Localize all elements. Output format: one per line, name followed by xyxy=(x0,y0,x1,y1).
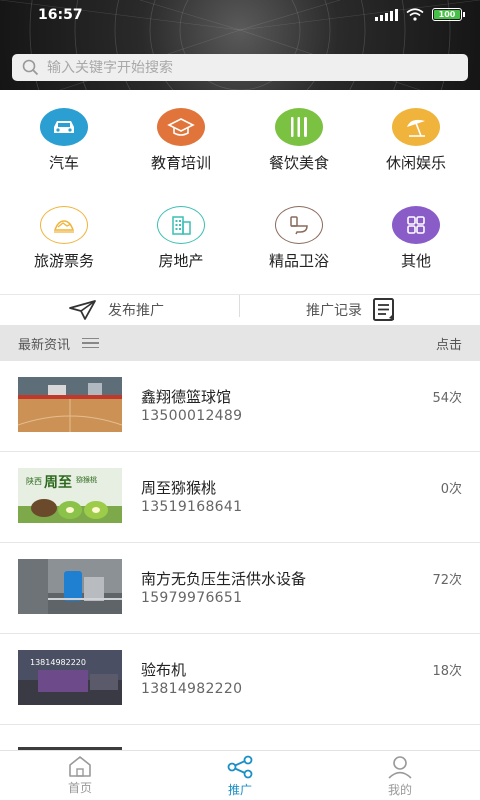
category-label: 其他 xyxy=(400,252,431,270)
nav-label: 推广 xyxy=(227,783,252,797)
send-icon xyxy=(69,300,96,320)
item-thumbnail xyxy=(18,559,122,614)
item-thumbnail: 陕西 周至 猕猴桃 xyxy=(18,468,122,523)
nav-profile[interactable]: 我的 xyxy=(360,755,440,798)
publish-button[interactable]: 发布推广 xyxy=(68,295,164,325)
nav-label: 我的 xyxy=(387,783,412,797)
category-grid: 汽车 教育培训 餐饮美食 休闲娱乐 旅游票务 房地产 精品卫浴 其他 xyxy=(0,90,480,294)
item-count: 18次 xyxy=(432,664,462,679)
menu-icon[interactable] xyxy=(82,337,100,349)
item-name: 验布机 xyxy=(141,661,187,679)
records-button[interactable]: 推广记录 xyxy=(306,295,396,325)
list-item[interactable]: 陕西 周至 猕猴桃 周至猕猴桃 13519168641 0次 xyxy=(0,452,480,543)
header: 16:57 100 xyxy=(0,0,480,90)
list-item[interactable]: 13814982220 验布机 13814982220 18次 xyxy=(0,634,480,725)
bottom-navigation: 首页 推广 我的 xyxy=(0,750,480,800)
divider xyxy=(239,295,240,317)
thumb-caption: 陕西 xyxy=(26,476,42,486)
clicks-label: 点击 xyxy=(435,337,462,353)
category-bathroom[interactable]: 精品卫浴 xyxy=(239,206,359,271)
nav-label: 首页 xyxy=(67,781,92,795)
item-phone: 13519168641 xyxy=(141,499,243,515)
thumb-caption: 周至 xyxy=(44,475,72,491)
search-input[interactable] xyxy=(47,59,447,76)
category-real-estate[interactable]: 房地产 xyxy=(121,206,241,271)
share-icon xyxy=(227,755,253,779)
item-thumbnail xyxy=(18,377,122,432)
category-education[interactable]: 教育培训 xyxy=(121,108,241,173)
home-icon xyxy=(69,756,91,777)
item-thumbnail: 13814982220 xyxy=(18,650,122,705)
list-item[interactable]: 南方无负压生活供水设备 15979976651 72次 xyxy=(0,543,480,634)
signal-icon xyxy=(375,8,398,21)
status-time: 16:57 xyxy=(38,7,83,23)
action-bar: 发布推广 推广记录 xyxy=(0,294,480,324)
item-phone: 13814982220 xyxy=(141,681,243,697)
wifi-icon xyxy=(406,8,424,21)
item-phone: 15979976651 xyxy=(141,590,243,606)
search-bar[interactable] xyxy=(12,54,468,81)
category-car[interactable]: 汽车 xyxy=(4,108,124,173)
thumb-caption: 猕猴桃 xyxy=(76,475,97,484)
user-icon xyxy=(388,756,412,779)
travel-icon xyxy=(40,206,88,244)
item-name: 鑫翔德篮球馆 xyxy=(141,388,232,406)
toilet-icon xyxy=(275,206,323,244)
category-label: 教育培训 xyxy=(150,154,211,172)
grid-icon xyxy=(392,206,440,244)
thumb-caption: 13814982220 xyxy=(30,658,86,667)
publish-label: 发布推广 xyxy=(108,303,164,319)
battery-icon: 100 xyxy=(432,8,465,21)
item-count: 72次 xyxy=(432,573,462,588)
category-other[interactable]: 其他 xyxy=(356,206,476,271)
records-label: 推广记录 xyxy=(306,303,362,319)
list-item[interactable]: 鑫翔德篮球馆 13500012489 54次 xyxy=(0,361,480,452)
item-phone: 13500012489 xyxy=(141,408,243,424)
cutlery-icon xyxy=(275,108,323,146)
item-count: 0次 xyxy=(440,482,462,497)
record-list-icon xyxy=(373,298,394,321)
category-label: 休闲娱乐 xyxy=(385,154,446,172)
battery-level: 100 xyxy=(438,10,456,19)
building-icon xyxy=(157,206,205,244)
category-food[interactable]: 餐饮美食 xyxy=(239,108,359,173)
item-name: 周至猕猴桃 xyxy=(141,479,217,497)
category-label: 汽车 xyxy=(48,154,79,172)
category-leisure[interactable]: 休闲娱乐 xyxy=(356,108,476,173)
item-count: 54次 xyxy=(432,391,462,406)
search-icon xyxy=(22,59,39,76)
news-section-header: 最新资讯 点击 xyxy=(0,325,480,361)
section-title: 最新资讯 xyxy=(18,337,71,353)
nav-home[interactable]: 首页 xyxy=(40,755,120,796)
item-name: 南方无负压生活供水设备 xyxy=(141,570,307,588)
category-label: 旅游票务 xyxy=(33,252,94,270)
car-icon xyxy=(40,108,88,146)
beach-umbrella-icon xyxy=(392,108,440,146)
status-bar: 16:57 100 xyxy=(0,0,480,32)
category-travel[interactable]: 旅游票务 xyxy=(4,206,124,271)
category-label: 餐饮美食 xyxy=(268,154,329,172)
category-label: 精品卫浴 xyxy=(268,252,329,270)
graduation-cap-icon xyxy=(157,108,205,146)
item-thumbnail xyxy=(18,741,122,750)
category-label: 房地产 xyxy=(158,252,204,270)
nav-promote[interactable]: 推广 xyxy=(200,755,280,798)
